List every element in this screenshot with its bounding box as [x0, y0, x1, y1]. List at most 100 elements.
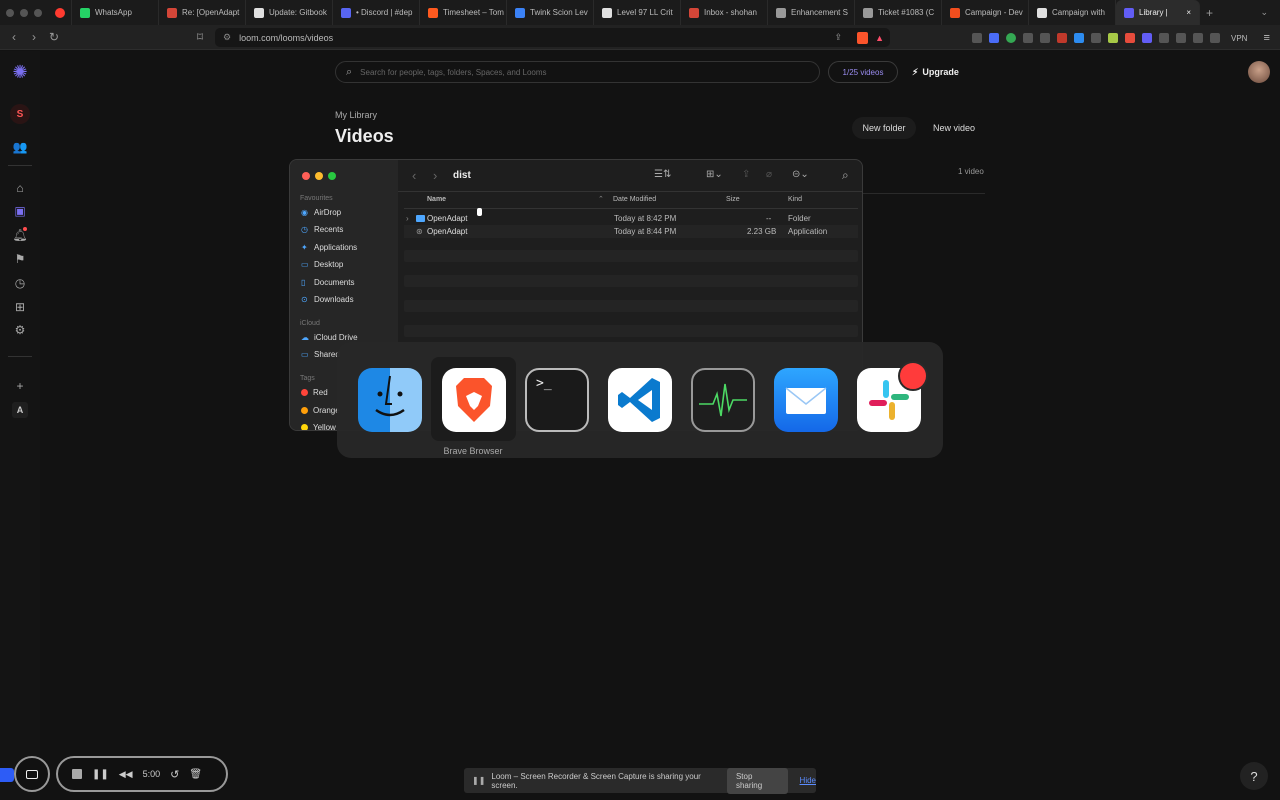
tab-recording[interactable]	[50, 0, 72, 25]
browser-tab[interactable]: Ticket #1083 (C	[855, 0, 942, 25]
browser-tab[interactable]: Re: [OpenAdapt	[159, 0, 246, 25]
finder-zoom-button[interactable]	[328, 172, 336, 180]
stop-sharing-button[interactable]: Stop sharing	[726, 767, 788, 794]
browser-tab[interactable]: Level 97 LL Crit	[594, 0, 681, 25]
column-kind[interactable]: Kind	[788, 196, 802, 203]
sidebar-tag-red[interactable]: Red	[301, 388, 328, 397]
window-close-button[interactable]	[6, 8, 14, 17]
search-icon[interactable]: ⌕	[842, 168, 849, 183]
wallet-icon[interactable]	[1210, 33, 1220, 43]
download-icon[interactable]	[1176, 33, 1186, 43]
table-row[interactable]: ⊛ OpenAdapt Today at 8:44 PM 2.23 GB App…	[404, 225, 858, 238]
share-icon[interactable]: ⇪	[834, 32, 842, 43]
new-video-button[interactable]: New video	[924, 117, 984, 139]
vscode-icon[interactable]	[608, 368, 672, 432]
gift-icon[interactable]: ⊞	[12, 299, 28, 315]
forward-chevron-icon[interactable]: ›	[433, 168, 437, 183]
share-icon[interactable]: ⇪	[742, 169, 750, 180]
reload-button[interactable]: ↻	[44, 30, 64, 44]
help-button[interactable]: ?	[1240, 762, 1268, 790]
sidebar-item-shared[interactable]: ▭ Shared	[301, 350, 340, 359]
breadcrumb[interactable]: My Library	[335, 110, 377, 120]
extension-icon[interactable]	[1125, 33, 1135, 43]
column-date-modified[interactable]: Date Modified	[613, 196, 656, 203]
workspace-a-badge[interactable]: A	[12, 402, 28, 418]
brave-icon[interactable]	[442, 368, 506, 432]
column-size[interactable]: Size	[726, 196, 740, 203]
browser-tab[interactable]: WhatsApp	[72, 0, 159, 25]
extension-icon[interactable]	[1040, 33, 1050, 43]
brave-rewards-icon[interactable]: ▲	[875, 33, 884, 43]
library-icon[interactable]: ▣	[12, 203, 28, 219]
browser-tab[interactable]: Campaign - Dev	[942, 0, 1029, 25]
video-quota-badge[interactable]: 1/25 videos	[828, 61, 898, 83]
browser-tab[interactable]: • Discord | #dep	[333, 0, 420, 25]
browser-tab[interactable]: Library | ×	[1116, 0, 1200, 25]
browser-tab[interactable]: Twink Scion Lev	[507, 0, 594, 25]
list-view-icon[interactable]: ☰⇅	[654, 169, 671, 180]
add-workspace-icon[interactable]: +	[12, 378, 28, 394]
extension-icon[interactable]	[972, 33, 982, 43]
back-button[interactable]: ‹	[4, 30, 24, 44]
browser-tab[interactable]: Campaign with	[1029, 0, 1116, 25]
restart-icon[interactable]: ↺	[170, 768, 179, 781]
notifications-icon[interactable]: 🔔︎	[12, 227, 28, 243]
extensions-puzzle-icon[interactable]	[1159, 33, 1169, 43]
extension-icon[interactable]	[1108, 33, 1118, 43]
sidebar-item-airdrop[interactable]: ◉ AirDrop	[301, 208, 341, 217]
search-input[interactable]: ⌕ Search for people, tags, folders, Spac…	[335, 61, 820, 83]
disclosure-chevron-icon[interactable]: ›	[406, 214, 409, 223]
back-chevron-icon[interactable]: ‹	[412, 168, 416, 183]
hide-sharing-bar-link[interactable]: Hide	[800, 776, 816, 785]
address-bar[interactable]: ⚙ loom.com/looms/videos ⇪ ▲	[215, 28, 890, 47]
delete-icon[interactable]: 🗑︎	[189, 769, 202, 780]
extension-icon[interactable]	[1074, 33, 1084, 43]
window-zoom-button[interactable]	[34, 8, 42, 17]
table-row[interactable]: › OpenAdapt Today at 8:42 PM -- Folder	[404, 212, 858, 225]
sidebar-tag-yellow[interactable]: Yellow	[301, 423, 336, 430]
new-tab-button[interactable]: +	[1206, 6, 1213, 20]
vpn-button[interactable]: VPN	[1231, 34, 1247, 43]
upgrade-button[interactable]: ⚡︎ Upgrade	[912, 61, 959, 83]
more-actions-icon[interactable]: ⊝⌄	[792, 169, 809, 180]
sidebar-item-icloud-drive[interactable]: ☁︎ iCloud Drive	[301, 333, 358, 342]
group-view-icon[interactable]: ⊞⌄	[706, 169, 723, 180]
members-icon[interactable]: 👥	[12, 139, 28, 155]
stop-recording-button[interactable]	[72, 769, 82, 779]
terminal-icon[interactable]: >_	[525, 368, 589, 432]
browser-tab[interactable]: Timesheet – Tom	[420, 0, 507, 25]
sidebar-item-downloads[interactable]: ⊙ Downloads	[301, 295, 354, 304]
finder-icon[interactable]	[358, 368, 422, 432]
tab-list-chevron-icon[interactable]: ⌄	[1260, 7, 1268, 18]
column-name[interactable]: Name	[427, 196, 446, 203]
workspace-avatar[interactable]: S	[10, 104, 30, 124]
close-tab-icon[interactable]: ×	[1186, 8, 1191, 17]
site-settings-icon[interactable]: ⚙	[223, 32, 231, 43]
brave-shield-icon[interactable]	[857, 31, 868, 44]
finder-close-button[interactable]	[302, 172, 310, 180]
browser-tab[interactable]: Update: Gitbook	[246, 0, 333, 25]
watch-later-icon[interactable]: ⚑	[12, 251, 28, 267]
menu-icon[interactable]: ≡	[1263, 32, 1269, 44]
activity-monitor-icon[interactable]	[691, 368, 755, 432]
sidebar-item-applications[interactable]: ✦ Applications	[301, 243, 357, 252]
forward-button[interactable]: ›	[24, 30, 44, 44]
browser-tab[interactable]: Inbox - shohan	[681, 0, 768, 25]
extension-icon[interactable]	[1091, 33, 1101, 43]
camera-toggle-button[interactable]	[14, 756, 50, 792]
loom-logo-icon[interactable]: ✺	[12, 63, 28, 81]
settings-icon[interactable]: ⚙	[12, 322, 28, 338]
sidebar-item-desktop[interactable]: ▭ Desktop	[301, 260, 343, 269]
extension-icon[interactable]	[1006, 33, 1016, 43]
sidebar-item-documents[interactable]: ▯ Documents	[301, 278, 354, 287]
browser-tab[interactable]: Enhancement S	[768, 0, 855, 25]
user-avatar[interactable]	[1248, 61, 1270, 83]
rewind-icon[interactable]: ◀◀	[119, 769, 133, 780]
mail-icon[interactable]	[774, 368, 838, 432]
tag-icon[interactable]: ⌀	[766, 169, 772, 180]
sidebar-item-recents[interactable]: ◷ Recents	[301, 225, 343, 234]
pause-icon[interactable]: ❚❚	[92, 769, 109, 780]
extension-icon[interactable]	[1142, 33, 1152, 43]
history-icon[interactable]: ◷	[12, 275, 28, 291]
finder-minimize-button[interactable]	[315, 172, 323, 180]
